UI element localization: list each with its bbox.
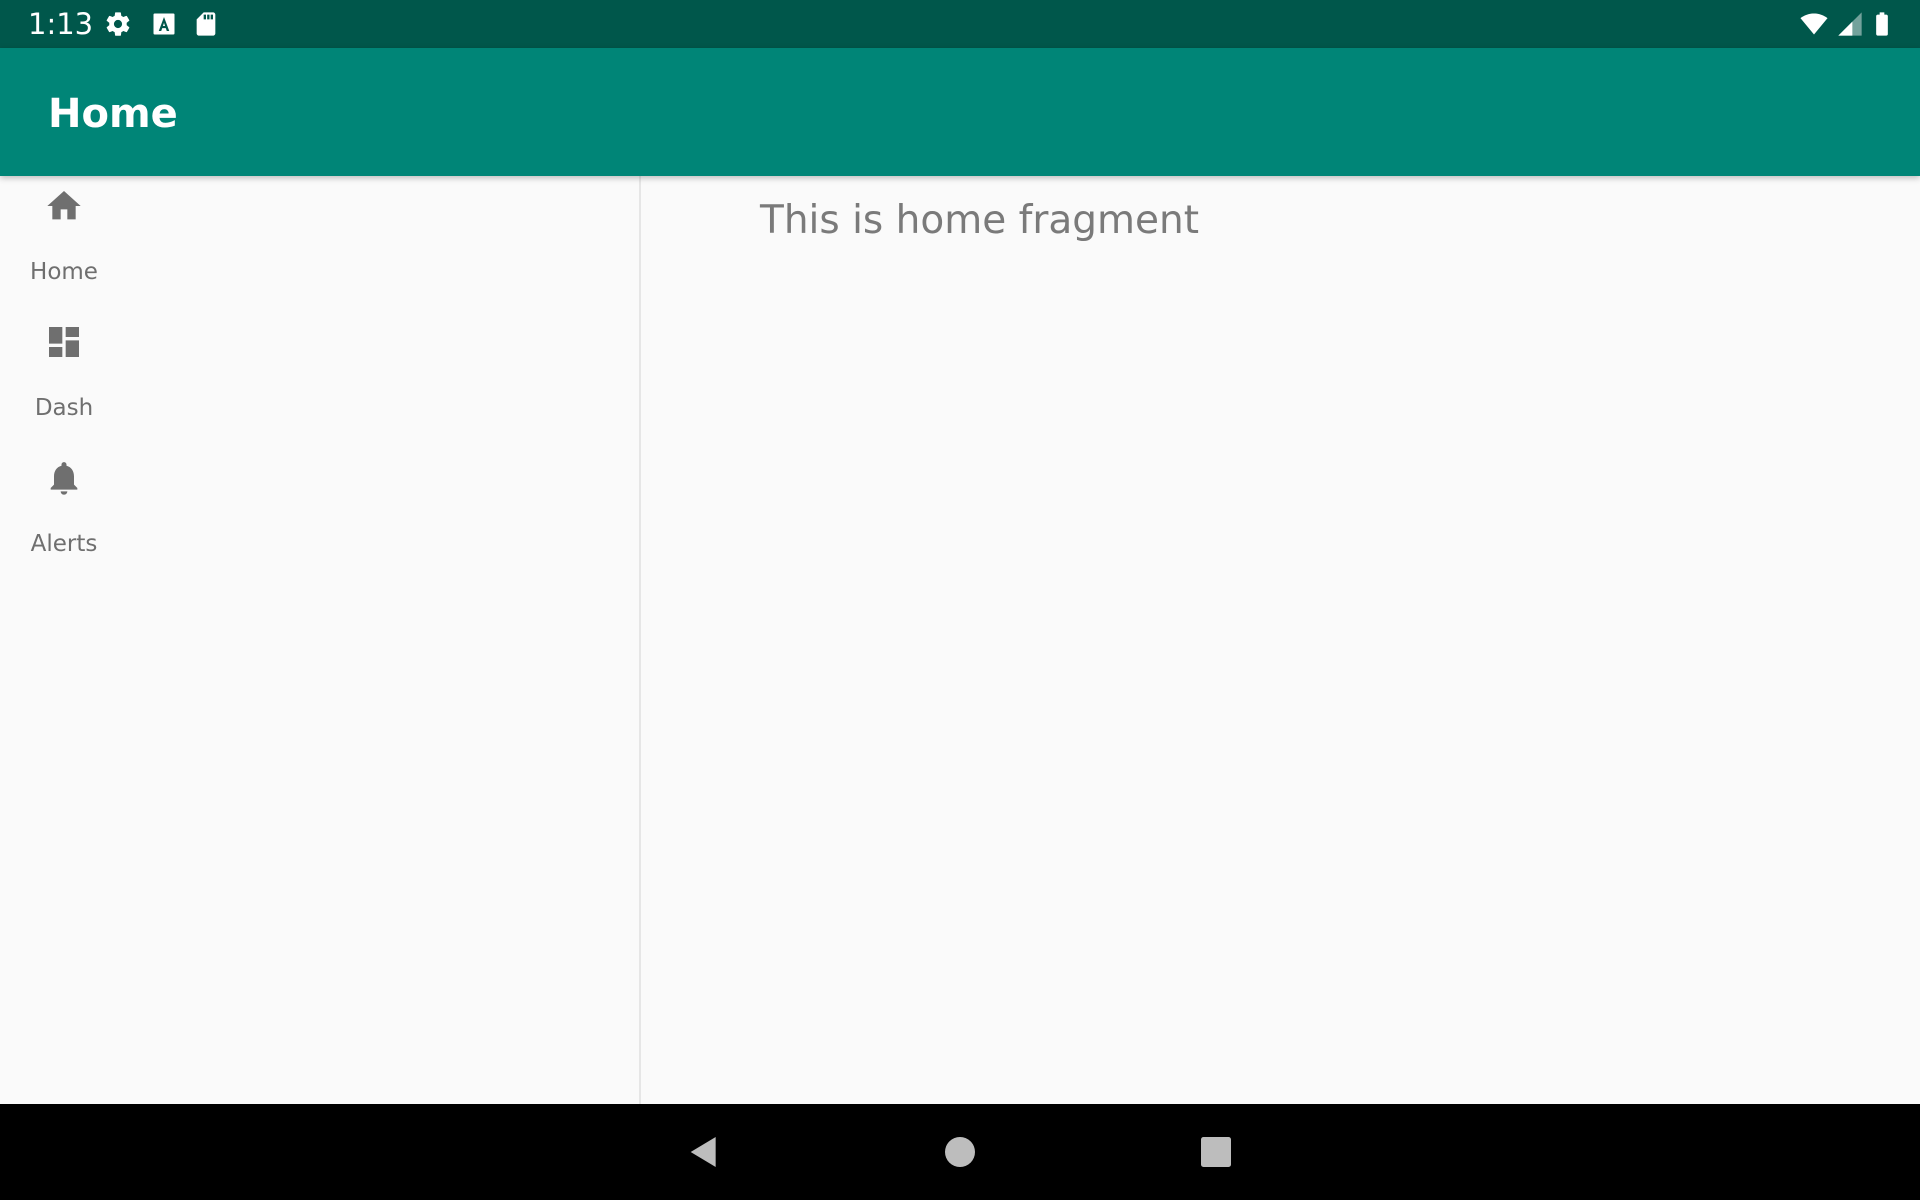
sd-card-icon bbox=[192, 10, 220, 38]
back-icon[interactable] bbox=[684, 1132, 724, 1172]
signal-icon bbox=[1836, 10, 1864, 38]
nav-item-label: Home bbox=[30, 259, 98, 285]
app-title: Home bbox=[48, 91, 178, 137]
settings-icon bbox=[104, 10, 132, 38]
home-fragment: This is home fragment bbox=[641, 176, 1920, 1104]
navigation-rail: Home Dash Alerts bbox=[0, 176, 641, 1104]
recents-icon[interactable] bbox=[1196, 1132, 1236, 1172]
nav-item-label: Alerts bbox=[30, 531, 98, 557]
home-circle-icon[interactable] bbox=[940, 1132, 980, 1172]
nav-item-label: Dash bbox=[34, 395, 94, 421]
nav-item-alerts[interactable]: Alerts bbox=[0, 448, 128, 584]
a-box-icon bbox=[150, 10, 178, 38]
status-bar: 1:13 bbox=[0, 0, 1920, 48]
status-time: 1:13 bbox=[28, 7, 94, 41]
bell-icon bbox=[44, 458, 84, 498]
system-nav-bar bbox=[0, 1104, 1920, 1200]
app-bar: Home bbox=[0, 48, 1920, 176]
dashboard-icon bbox=[44, 322, 84, 362]
nav-item-dash[interactable]: Dash bbox=[0, 312, 128, 448]
home-icon bbox=[44, 186, 84, 226]
nav-item-home[interactable]: Home bbox=[0, 176, 128, 312]
battery-icon bbox=[1868, 10, 1896, 38]
fragment-text: This is home fragment bbox=[760, 198, 1200, 243]
wifi-icon bbox=[1798, 10, 1830, 38]
